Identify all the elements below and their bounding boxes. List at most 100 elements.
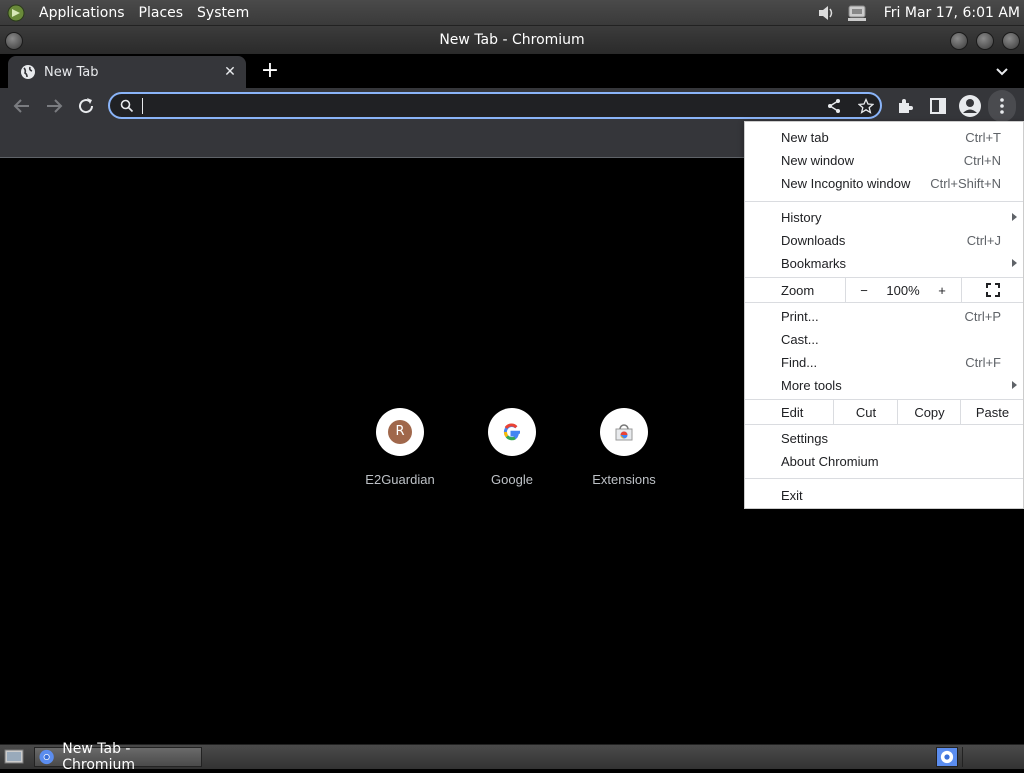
bottom-taskbar: New Tab - Chromium <box>0 741 1024 773</box>
shortcut-label: Extensions <box>592 472 656 487</box>
cut-label: Cut <box>855 404 877 420</box>
menu-shortcut: Ctrl+Shift+N <box>930 176 1001 191</box>
volume-icon[interactable] <box>816 3 836 23</box>
applications-menu[interactable]: Applications <box>32 5 132 21</box>
network-icon[interactable] <box>846 3 868 23</box>
zoom-in-button[interactable]: + <box>925 278 959 302</box>
profile-avatar-icon[interactable] <box>958 94 982 118</box>
zoom-out-button[interactable]: − <box>845 278 882 302</box>
menu-shortcut: Ctrl+F <box>965 355 1001 370</box>
menu-label: New window <box>781 153 854 168</box>
bookmark-star-icon[interactable] <box>858 98 874 114</box>
letter-avatar-icon: R <box>388 420 412 444</box>
back-icon[interactable] <box>10 94 34 118</box>
menu-separator <box>745 478 1023 479</box>
menu-separator <box>745 302 1023 303</box>
cut-button[interactable]: Cut <box>833 400 898 424</box>
close-tab-icon[interactable]: ✕ <box>222 64 238 80</box>
zoom-label: Zoom <box>781 283 815 298</box>
chromium-icon <box>940 750 954 764</box>
menu-label: Exit <box>781 488 803 503</box>
fullscreen-icon <box>986 283 1000 297</box>
menu-item-bookmarks[interactable]: Bookmarks <box>745 252 1023 275</box>
app-menu-button[interactable] <box>988 90 1016 122</box>
menu-item-print[interactable]: Print... Ctrl+P <box>745 305 1023 328</box>
tab-strip: New Tab ✕ + <box>0 54 1024 88</box>
submenu-arrow-icon <box>1012 381 1017 389</box>
menu-item-downloads[interactable]: Downloads Ctrl+J <box>745 229 1023 252</box>
menu-shortcut: Ctrl+T <box>965 130 1001 145</box>
system-top-panel: Applications Places System Fri Mar 17, 6… <box>0 0 1024 26</box>
new-tab-button[interactable]: + <box>258 60 282 84</box>
address-input[interactable] <box>140 96 804 117</box>
shortcut-icon-circle: R <box>376 408 424 456</box>
menu-label: More tools <box>781 378 842 393</box>
menu-separator <box>745 201 1023 202</box>
distro-logo-icon[interactable] <box>6 3 26 23</box>
omnibox[interactable] <box>108 92 882 119</box>
copy-button[interactable]: Copy <box>897 400 961 424</box>
paste-button[interactable]: Paste <box>960 400 1024 424</box>
chromium-app-menu: New tab Ctrl+T New window Ctrl+N New Inc… <box>744 121 1024 509</box>
menu-item-find[interactable]: Find... Ctrl+F <box>745 351 1023 374</box>
zoom-in-label: + <box>938 282 946 298</box>
menu-item-settings[interactable]: Settings <box>745 427 1023 450</box>
menu-label: Settings <box>781 431 828 446</box>
google-logo-icon <box>503 423 520 441</box>
window-title: New Tab - Chromium <box>439 32 585 48</box>
close-window-icon[interactable] <box>1002 32 1020 50</box>
shortcut-label: Google <box>491 472 533 487</box>
show-desktop-icon[interactable] <box>4 748 24 766</box>
menu-item-about-chromium[interactable]: About Chromium <box>745 450 1023 473</box>
extensions-puzzle-icon[interactable] <box>894 94 918 118</box>
shortcut-tile-extensions[interactable]: Extensions <box>568 408 680 487</box>
submenu-arrow-icon <box>1012 213 1017 221</box>
clock[interactable]: Fri Mar 17, 6:01 AM <box>884 5 1020 21</box>
menu-item-new-incognito-window[interactable]: New Incognito window Ctrl+Shift+N <box>745 172 1023 195</box>
shortcut-tile-e2guardian[interactable]: R E2Guardian <box>344 408 456 487</box>
menu-label: Bookmarks <box>781 256 847 271</box>
menu-label: Cast... <box>781 332 819 347</box>
share-icon[interactable] <box>826 98 842 114</box>
menu-item-cast[interactable]: Cast... <box>745 328 1023 351</box>
menu-item-new-tab[interactable]: New tab Ctrl+T <box>745 126 1023 149</box>
maximize-icon[interactable] <box>976 32 994 50</box>
zoom-level: 100% <box>886 283 920 298</box>
menu-item-exit[interactable]: Exit <box>745 484 1023 507</box>
tab-new-tab[interactable]: New Tab ✕ <box>8 56 246 88</box>
globe-icon <box>21 65 35 79</box>
zoom-out-label: − <box>860 282 868 298</box>
search-icon <box>120 99 134 113</box>
menu-item-more-tools[interactable]: More tools <box>745 374 1023 397</box>
taskbar-window-button[interactable]: New Tab - Chromium <box>34 741 202 773</box>
menu-label: Find... <box>781 355 818 370</box>
menu-item-history[interactable]: History <box>745 206 1023 229</box>
menu-label: Downloads <box>781 233 846 248</box>
paste-label: Paste <box>975 404 1010 420</box>
menu-item-new-window[interactable]: New window Ctrl+N <box>745 149 1023 172</box>
places-menu[interactable]: Places <box>132 5 191 21</box>
window-titlebar[interactable]: New Tab - Chromium <box>0 26 1024 54</box>
menu-label: About Chromium <box>781 454 879 469</box>
tab-title: New Tab <box>44 64 99 80</box>
system-tray: Fri Mar 17, 6:01 AM <box>816 0 1020 25</box>
chevron-down-icon[interactable] <box>992 62 1012 82</box>
forward-icon[interactable] <box>42 94 66 118</box>
minimize-icon[interactable] <box>950 32 968 50</box>
window-menu-icon[interactable] <box>5 32 23 50</box>
system-menu[interactable]: System <box>190 5 256 21</box>
shortcut-tile-google[interactable]: Google <box>456 408 568 487</box>
menu-zoom-row: Zoom − 100% + <box>745 278 1023 302</box>
menu-shortcut: Ctrl+J <box>966 233 1001 248</box>
menu-label: New tab <box>781 130 829 145</box>
fullscreen-button[interactable] <box>961 278 1024 302</box>
reload-icon[interactable] <box>74 94 98 118</box>
menu-shortcut: Ctrl+N <box>963 153 1001 168</box>
chromium-icon <box>39 749 54 765</box>
shortcut-label: E2Guardian <box>365 472 435 487</box>
browser-toolbar <box>0 88 1024 124</box>
kebab-menu-icon <box>1000 98 1004 114</box>
workspace-switcher[interactable] <box>936 747 958 767</box>
workspace-area[interactable] <box>962 747 1023 767</box>
side-panel-icon[interactable] <box>926 94 950 118</box>
